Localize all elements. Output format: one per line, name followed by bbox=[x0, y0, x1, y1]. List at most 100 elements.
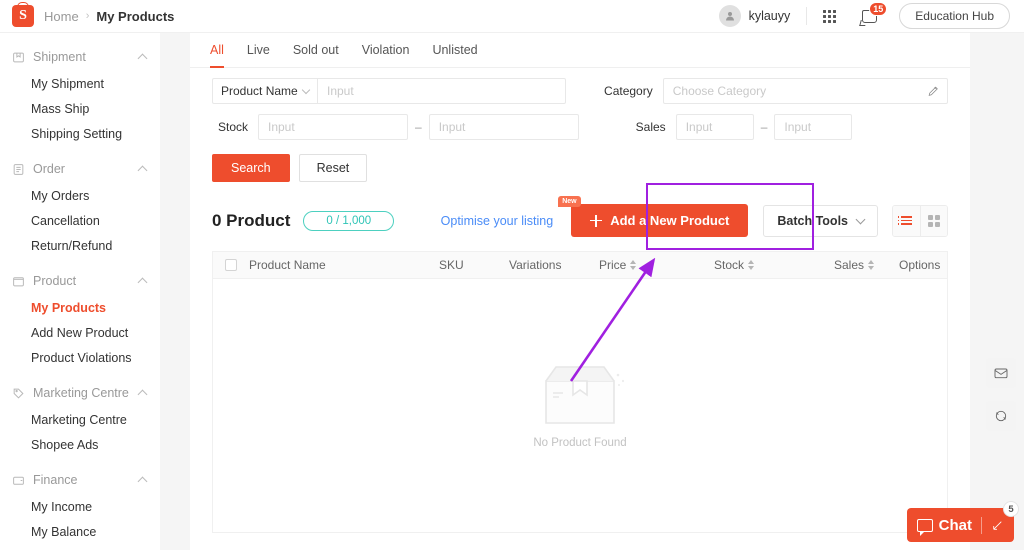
sidebar-item-add-new-product[interactable]: Add New Product bbox=[0, 320, 160, 345]
search-button[interactable]: Search bbox=[212, 154, 290, 182]
select-all-checkbox[interactable] bbox=[225, 259, 237, 271]
header-actions: kylauyy 15 Education Hub bbox=[718, 1, 1024, 29]
sidebar-group-header-product[interactable]: Product bbox=[0, 267, 160, 295]
sidebar-group-finance: Finance My Income My Balance Bank Accoun… bbox=[0, 466, 160, 550]
sidebar-item-mass-ship[interactable]: Mass Ship bbox=[0, 96, 160, 121]
column-stock[interactable]: Stock bbox=[714, 258, 834, 272]
page-title: My Products bbox=[96, 8, 175, 24]
tab-unlisted[interactable]: Unlisted bbox=[432, 33, 477, 68]
sidebar-item-return-refund[interactable]: Return/Refund bbox=[0, 233, 160, 258]
pencil-icon[interactable] bbox=[927, 85, 940, 98]
category-field bbox=[662, 78, 948, 104]
stock-range-dash: – bbox=[415, 120, 422, 134]
search-field-select[interactable]: Product Name bbox=[212, 78, 317, 104]
list-view-icon[interactable] bbox=[893, 205, 920, 236]
sort-icon-sales[interactable] bbox=[868, 260, 875, 270]
sales-min-input[interactable] bbox=[675, 114, 754, 140]
sidebar-group-header-finance[interactable]: Finance bbox=[0, 466, 160, 494]
filter-row-stock-sales: Stock – Sales – bbox=[212, 114, 948, 140]
sales-max-input[interactable] bbox=[774, 114, 853, 140]
chevron-up-icon bbox=[137, 277, 148, 288]
sort-icon-stock[interactable] bbox=[748, 260, 755, 270]
stock-label: Stock bbox=[217, 120, 248, 134]
notification-badge: 15 bbox=[869, 1, 888, 16]
sidebar-item-my-balance[interactable]: My Balance bbox=[0, 519, 160, 544]
sales-range-dash: – bbox=[760, 120, 768, 134]
sort-icon-price[interactable] bbox=[630, 260, 637, 270]
sidebar-item-my-products[interactable]: My Products bbox=[0, 295, 160, 320]
product-name-input[interactable] bbox=[317, 78, 566, 104]
chat-label: Chat bbox=[938, 516, 972, 534]
sales-label: Sales bbox=[635, 120, 666, 134]
sidebar-item-my-orders[interactable]: My Orders bbox=[0, 183, 160, 208]
view-mode-toggle bbox=[892, 204, 948, 237]
filter-panel: Product Name Category Stock – bbox=[190, 68, 970, 140]
column-variations: Variations bbox=[509, 258, 599, 272]
sidebar-item-product-violations[interactable]: Product Violations bbox=[0, 345, 160, 370]
column-label: SKU bbox=[439, 258, 464, 272]
chat-widget[interactable]: Chat 5 bbox=[906, 501, 1019, 542]
reset-button[interactable]: Reset bbox=[298, 154, 368, 182]
category-input[interactable] bbox=[662, 78, 948, 104]
column-label: Stock bbox=[714, 258, 745, 272]
shopee-logo-letter: S bbox=[19, 8, 27, 23]
sidebar-item-my-shipment[interactable]: My Shipment bbox=[0, 71, 160, 96]
category-label: Category bbox=[604, 84, 653, 98]
filter-row-name-category: Product Name Category bbox=[212, 78, 948, 104]
tab-live[interactable]: Live bbox=[247, 33, 270, 68]
add-a-new-product-button[interactable]: Add a New Product bbox=[571, 204, 749, 237]
education-hub-button[interactable]: Education Hub bbox=[899, 3, 1010, 29]
stock-max-input[interactable] bbox=[428, 114, 579, 140]
stock-min-input[interactable] bbox=[258, 114, 408, 140]
sidebar-group-header-shipment[interactable]: Shipment bbox=[0, 43, 160, 71]
username-label: kylauyy bbox=[748, 9, 791, 23]
column-label: Price bbox=[599, 258, 627, 272]
shopee-bag-icon[interactable]: S bbox=[12, 5, 34, 27]
grid-view-icon[interactable] bbox=[920, 205, 947, 236]
sidebar-item-my-income[interactable]: My Income bbox=[0, 494, 160, 519]
notification-button[interactable]: 15 bbox=[862, 1, 888, 23]
new-feature-badge: New bbox=[558, 196, 581, 207]
product-quota-badge: 0 / 1,000 bbox=[303, 210, 395, 231]
sidebar: Shipment My Shipment Mass Ship Shipping … bbox=[0, 33, 160, 550]
headset-icon[interactable] bbox=[986, 401, 1016, 431]
column-label: Sales bbox=[834, 258, 865, 272]
column-product-name: Product Name bbox=[249, 258, 439, 272]
product-tag-icon bbox=[12, 275, 25, 288]
sidebar-item-marketing-centre[interactable]: Marketing Centre bbox=[0, 407, 160, 432]
sidebar-group-header-order[interactable]: Order bbox=[0, 155, 160, 183]
column-sales[interactable]: Sales bbox=[834, 258, 899, 272]
empty-box-icon bbox=[532, 363, 628, 425]
shopee-seller-centre-page: S Home › My Products kylauyy 15 Educatio… bbox=[0, 0, 1024, 550]
column-price[interactable]: Price bbox=[599, 258, 714, 272]
tab-all[interactable]: All bbox=[210, 33, 224, 68]
tab-violation[interactable]: Violation bbox=[362, 33, 410, 68]
add-product-wrapper: New Add a New Product bbox=[558, 196, 749, 237]
tab-sold-out[interactable]: Sold out bbox=[293, 33, 339, 68]
breadcrumb-separator-icon: › bbox=[85, 10, 90, 22]
sidebar-item-shipping-setting[interactable]: Shipping Setting bbox=[0, 121, 160, 146]
marketing-tag-icon bbox=[12, 387, 25, 400]
sidebar-group-title: Shipment bbox=[33, 50, 86, 64]
sidebar-group-title: Finance bbox=[33, 473, 78, 487]
envelope-icon[interactable] bbox=[986, 358, 1016, 388]
batch-tools-dropdown[interactable]: Batch Tools bbox=[763, 204, 878, 237]
sidebar-group-order: Order My Orders Cancellation Return/Refu… bbox=[0, 155, 160, 258]
expand-arrow-icon[interactable] bbox=[991, 519, 1004, 532]
table-empty-state: No Product Found bbox=[212, 279, 948, 533]
sidebar-item-bank-accounts[interactable]: Bank Accounts bbox=[0, 544, 160, 550]
optimise-listing-link[interactable]: Optimise your listing bbox=[441, 214, 554, 228]
batch-tools-label: Batch Tools bbox=[777, 213, 848, 228]
table-header-row: Product Name SKU Variations Price Stock bbox=[212, 251, 948, 279]
breadcrumb-home[interactable]: Home bbox=[44, 9, 79, 24]
sidebar-item-shopee-ads[interactable]: Shopee Ads bbox=[0, 432, 160, 457]
chat-bubble-icon bbox=[916, 518, 933, 536]
product-toolbar: 0 Product 0 / 1,000 Optimise your listin… bbox=[190, 182, 970, 237]
grid-apps-icon[interactable] bbox=[823, 9, 837, 23]
shipment-box-icon bbox=[12, 51, 25, 64]
filter-actions: Search Reset bbox=[190, 150, 970, 182]
account-menu[interactable]: kylauyy bbox=[718, 5, 791, 27]
sidebar-group-header-marketing-centre[interactable]: Marketing Centre bbox=[0, 379, 160, 407]
sidebar-item-cancellation[interactable]: Cancellation bbox=[0, 208, 160, 233]
